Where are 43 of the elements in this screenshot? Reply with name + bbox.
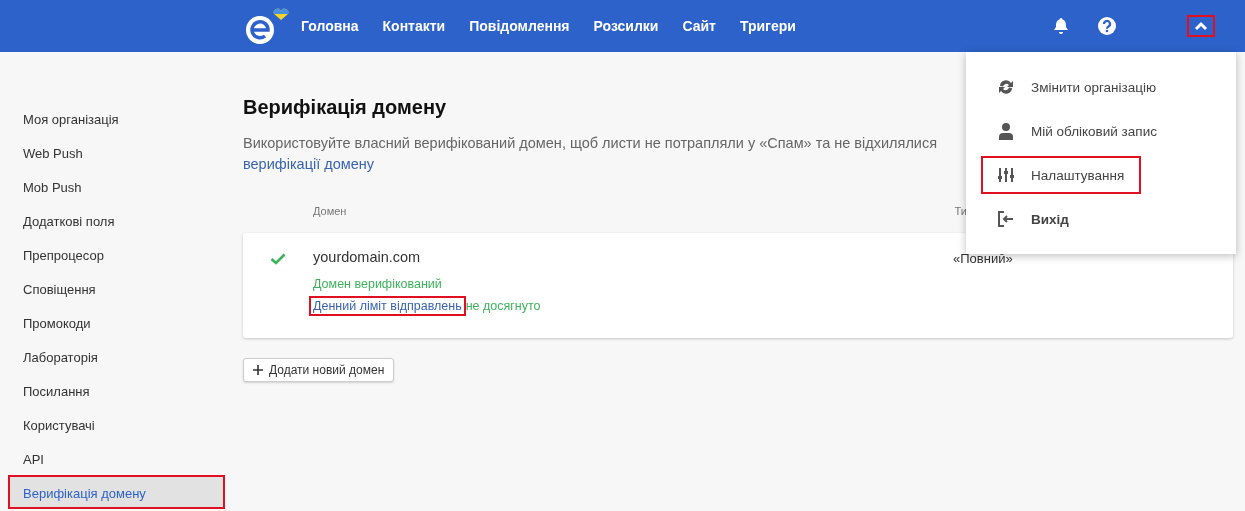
nav-link[interactable]: Тригери [739,18,796,34]
verification-link[interactable]: верифікації домену [243,156,375,172]
domain-name: yourdomain.com [313,249,421,265]
menu-item[interactable]: Мій обліковий запис [981,112,1169,150]
column-header: Домен [313,205,347,219]
sidebar-item[interactable]: Верифікація домену [8,475,225,509]
description-text: Використовуйте власний верифікований домен, щоб листи не потрапляли у «Спам» та не відхилялися [243,135,938,151]
add-domain-button[interactable]: Додати новий домен [243,358,395,382]
nav-link[interactable]: Розсилки [593,18,659,34]
sidebar-item[interactable]: Додаткові поля [8,203,225,237]
sliders-icon [997,166,1015,184]
plus-icon [253,365,263,375]
sidebar-item[interactable]: Mob Push [8,169,225,203]
daily-limit-link[interactable]: Денний ліміт відправлень [309,296,466,316]
menu-toggle-button[interactable] [1187,15,1215,37]
sidebar-item[interactable]: Препроцесор [8,237,225,271]
column-header: Ти [954,205,967,219]
user-icon [997,122,1015,140]
menu-item[interactable]: Налаштування [981,156,1141,194]
sidebar-item[interactable]: Користувачі [8,407,225,441]
sidebar-item[interactable]: Моя організація [8,101,225,135]
verification-status: Домен верифікований [313,277,442,291]
nav-link[interactable]: Повідомлення [469,18,570,34]
nav-link[interactable]: Головна [301,18,359,34]
limit-status: не досягнуто [465,299,541,313]
sidebar-item[interactable]: Сповіщення [8,271,225,305]
bell-icon[interactable] [1051,16,1071,36]
sidebar-item[interactable]: Лабораторія [8,339,225,373]
nav-link[interactable]: Контакти [382,18,446,34]
domain-type: «Повний» [953,250,1013,268]
exit-icon [997,210,1015,228]
chevron-up-icon [1194,21,1208,31]
sync-icon [997,78,1015,96]
nav-link[interactable]: Сайт [682,18,716,34]
logo-icon[interactable] [243,6,291,46]
sidebar-item[interactable]: Промокоди [8,305,225,339]
page-title: Верифікація домену [243,96,447,119]
sidebar-item[interactable]: Web Push [8,135,225,169]
help-icon[interactable] [1097,16,1117,36]
sidebar-item[interactable]: Посилання [8,373,225,407]
sidebar-item[interactable]: API [8,441,225,475]
menu-item[interactable]: Змінити організацію [981,68,1169,106]
menu-item[interactable]: Вихід [981,200,1141,238]
